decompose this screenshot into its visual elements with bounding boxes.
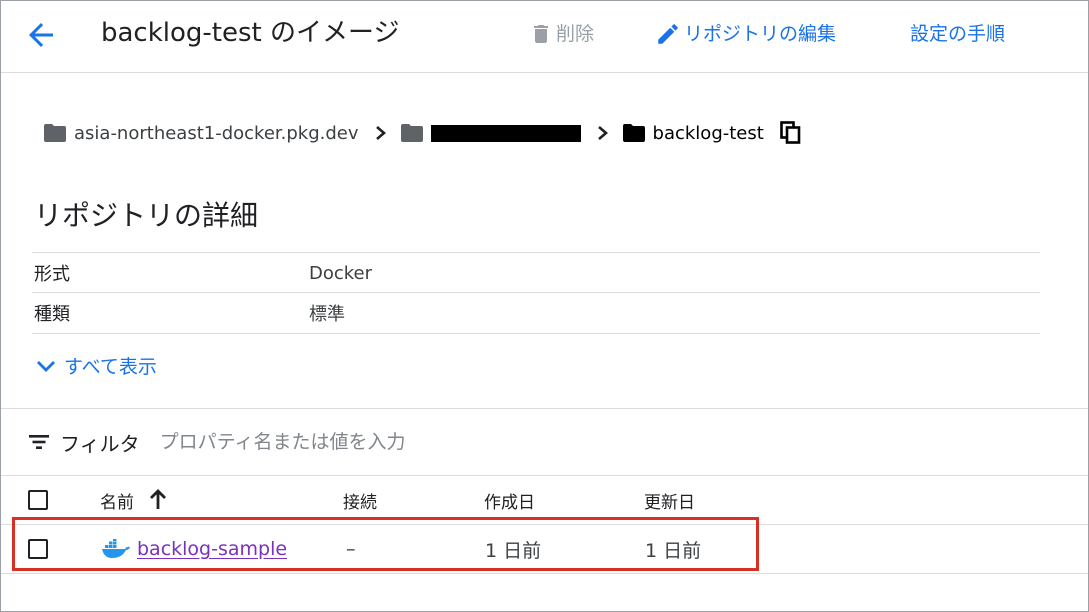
copy-icon [780, 121, 801, 144]
arrow-up-icon [150, 489, 166, 509]
table-header: 名前 接続 作成日 更新日 [1, 476, 1088, 525]
image-name-cell: backlog-sample [101, 525, 287, 573]
column-header-created[interactable]: 作成日 [484, 476, 535, 524]
column-header-connection[interactable]: 接続 [343, 476, 377, 524]
details-title: リポジトリの詳細 [34, 199, 259, 232]
setup-instructions-button[interactable]: 設定の手順 [910, 19, 1005, 49]
breadcrumb-repo-label: backlog-test [652, 122, 764, 144]
page-title: backlog-test のイメージ [101, 18, 400, 48]
back-button[interactable] [23, 17, 59, 53]
select-all-cell [28, 476, 48, 524]
folder-icon [400, 124, 423, 142]
detail-value: Docker [309, 262, 373, 284]
chevron-right-icon [597, 125, 609, 141]
edit-repository-button[interactable]: リポジトリの編集 [655, 19, 836, 49]
detail-row-type: 種類 標準 [32, 292, 1040, 334]
row-checkbox[interactable] [28, 539, 48, 559]
column-name-label: 名前 [100, 492, 134, 513]
breadcrumb-item-repo: backlog-test [622, 122, 764, 144]
page-header: backlog-test のイメージ 削除 リポジトリの編集 設定の手順 [1, 1, 1088, 73]
setup-instructions-label: 設定の手順 [910, 23, 1006, 45]
breadcrumb: asia-northeast1-docker.pkg.dev backlog-t… [44, 118, 802, 148]
filter-list-icon [29, 435, 49, 449]
created-cell: 1 日前 [485, 539, 542, 562]
detail-value: 標準 [309, 304, 345, 325]
delete-label: 削除 [556, 23, 595, 45]
chevron-right-icon [375, 125, 387, 141]
connection-cell: – [346, 538, 356, 560]
detail-row-format: 形式 Docker [32, 252, 1040, 293]
breadcrumb-item-project[interactable] [400, 124, 581, 142]
pencil-icon [658, 24, 678, 44]
show-all-button[interactable]: すべて表示 [36, 352, 157, 379]
folder-icon [622, 124, 645, 142]
table-row: backlog-sample – 1 日前 1 日前 [1, 525, 1088, 574]
arrow-back-icon [29, 23, 53, 47]
select-all-checkbox[interactable] [28, 490, 48, 510]
show-all-label: すべて表示 [64, 356, 157, 378]
chevron-down-icon [37, 360, 55, 372]
delete-button[interactable]: 削除 [529, 19, 594, 49]
row-select-cell [28, 525, 48, 573]
detail-key: 形式 [34, 264, 70, 285]
detail-key: 種類 [34, 304, 70, 325]
redacted-project-name [430, 124, 581, 142]
trash-icon [534, 25, 548, 43]
filter-bar: フィルタ [28, 426, 580, 458]
docker-icon [102, 539, 130, 558]
folder-icon [44, 124, 66, 142]
column-header-name[interactable]: 名前 [100, 476, 168, 524]
filter-input[interactable] [159, 431, 580, 453]
breadcrumb-item-host[interactable]: asia-northeast1-docker.pkg.dev [44, 123, 359, 144]
breadcrumb-host-label: asia-northeast1-docker.pkg.dev [74, 122, 359, 144]
copy-button[interactable] [780, 121, 802, 145]
column-header-updated[interactable]: 更新日 [644, 476, 695, 524]
edit-repository-label: リポジトリの編集 [684, 23, 837, 45]
image-link[interactable]: backlog-sample [137, 538, 287, 560]
updated-cell: 1 日前 [645, 539, 702, 562]
filter-label: フィルタ [60, 431, 140, 456]
divider [1, 408, 1088, 409]
